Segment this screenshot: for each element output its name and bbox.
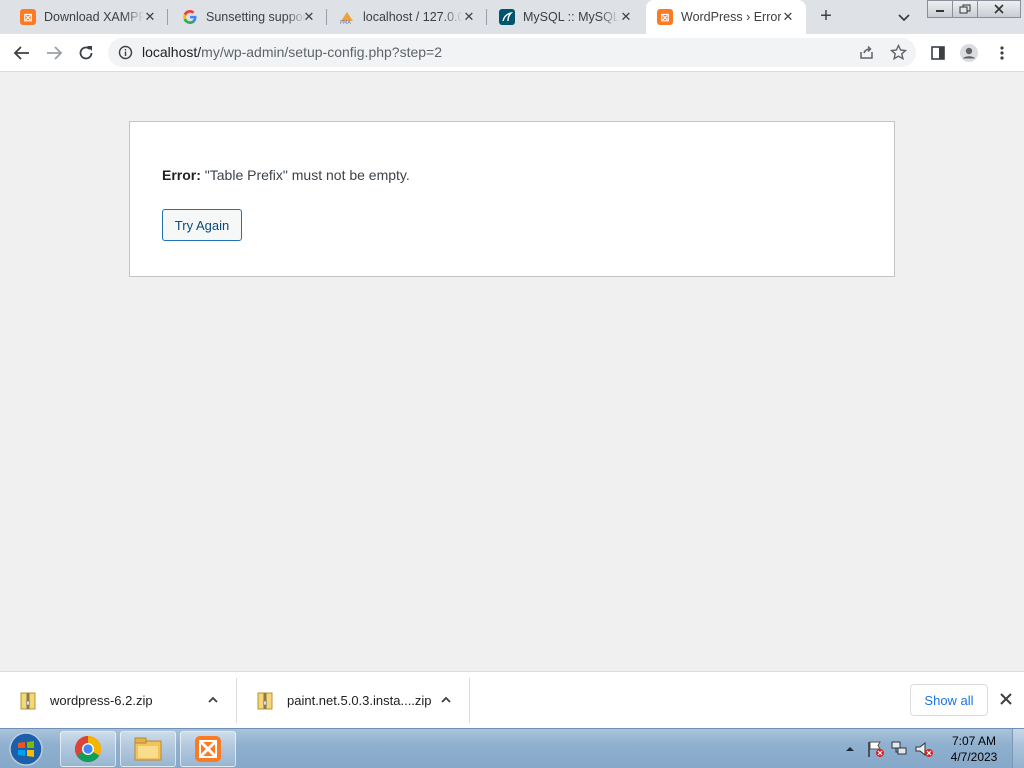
tab-wordpress-error[interactable]: ⊠ WordPress › Error ✕ <box>646 0 806 34</box>
xampp-icon: ⊠ <box>20 9 36 25</box>
chevron-up-icon[interactable] <box>439 693 453 707</box>
close-icon[interactable]: ✕ <box>618 9 634 25</box>
restore-button[interactable] <box>952 0 978 18</box>
chrome-taskbar-icon[interactable] <box>60 731 116 767</box>
clock-date: 4/7/2023 <box>950 750 998 764</box>
new-tab-button[interactable]: + <box>814 5 838 29</box>
minimize-button[interactable] <box>927 0 953 18</box>
url-text: localhost/my/wp-admin/setup-config.php?s… <box>142 44 442 60</box>
address-bar[interactable]: localhost/my/wp-admin/setup-config.php?s… <box>108 38 916 67</box>
zip-file-icon <box>257 692 273 710</box>
show-desktop-button[interactable] <box>1012 729 1024 768</box>
download-separator <box>469 678 470 723</box>
download-item[interactable]: paint.net.5.0.3.insta....zip <box>237 678 469 723</box>
tab-mysql[interactable]: MySQL :: MySQL 8 ✕ <box>487 0 644 34</box>
info-icon[interactable] <box>118 45 133 60</box>
menu-icon[interactable] <box>990 41 1014 65</box>
reload-button[interactable] <box>74 41 98 65</box>
mysql-icon <box>499 9 515 25</box>
start-button[interactable] <box>6 731 46 767</box>
close-icon[interactable] <box>996 689 1016 709</box>
close-icon[interactable]: ✕ <box>142 9 158 25</box>
taskbar-clock[interactable]: 7:07 AM 4/7/2023 <box>944 733 1004 765</box>
tab-title: Sunsetting support <box>206 10 306 24</box>
action-center-flag-icon[interactable] <box>866 740 888 758</box>
tab-title: MySQL :: MySQL 8 <box>523 10 619 24</box>
tab-phpmyadmin[interactable]: PMA localhost / 127.0.0.1 ✕ <box>327 0 487 34</box>
tab-strip: ⊠ Download XAMPP ✕ Sunsetting support ✕ … <box>0 0 1024 34</box>
error-card: Error: "Table Prefix" must not be empty.… <box>129 121 895 277</box>
try-again-button[interactable]: Try Again <box>162 209 242 241</box>
close-icon[interactable]: ✕ <box>780 9 796 25</box>
tab-title: Download XAMPP <box>44 10 144 24</box>
forward-button[interactable] <box>42 41 66 65</box>
tab-title: WordPress › Error <box>681 10 781 24</box>
url-path: my/wp-admin/setup-config.php?step=2 <box>201 44 443 60</box>
network-icon[interactable] <box>890 740 912 758</box>
download-filename: paint.net.5.0.3.insta....zip <box>287 693 432 708</box>
svg-text:PMA: PMA <box>340 20 351 25</box>
volume-muted-icon[interactable] <box>914 740 936 758</box>
phpmyadmin-icon: PMA <box>339 9 355 25</box>
google-icon <box>182 9 198 25</box>
chevron-up-icon[interactable] <box>206 693 220 707</box>
download-bar: wordpress-6.2.zip paint.net.5.0.3.insta.… <box>0 671 1024 728</box>
side-panel-icon[interactable] <box>926 41 950 65</box>
back-button[interactable] <box>10 41 34 65</box>
taskbar: 7:07 AM 4/7/2023 <box>0 728 1024 768</box>
close-window-button[interactable] <box>977 0 1021 18</box>
download-item[interactable]: wordpress-6.2.zip <box>0 678 236 723</box>
show-all-button[interactable]: Show all <box>910 684 988 716</box>
zip-file-icon <box>20 692 36 710</box>
chevron-down-icon[interactable] <box>894 7 914 27</box>
error-message: Error: "Table Prefix" must not be empty. <box>162 167 410 183</box>
show-hidden-icons-icon[interactable] <box>842 741 858 757</box>
xampp-icon: ⊠ <box>657 9 673 25</box>
close-icon[interactable]: ✕ <box>301 9 317 25</box>
url-host: localhost/ <box>142 44 202 60</box>
profile-icon[interactable] <box>957 41 981 65</box>
download-filename: wordpress-6.2.zip <box>50 693 153 708</box>
page-content: Error: "Table Prefix" must not be empty.… <box>0 72 1024 670</box>
tab-title: localhost / 127.0.0.1 <box>363 10 463 24</box>
system-tray <box>842 729 936 768</box>
share-icon[interactable] <box>858 44 875 61</box>
clock-time: 7:07 AM <box>951 734 997 748</box>
tab-download-xampp[interactable]: ⊠ Download XAMPP ✕ <box>0 0 168 34</box>
file-explorer-taskbar-icon[interactable] <box>120 731 176 767</box>
close-icon[interactable]: ✕ <box>461 9 477 25</box>
star-icon[interactable] <box>889 43 908 61</box>
browser-toolbar: localhost/my/wp-admin/setup-config.php?s… <box>0 34 1024 72</box>
error-text: "Table Prefix" must not be empty. <box>200 167 410 183</box>
xampp-taskbar-icon[interactable] <box>180 731 236 767</box>
tab-sunsetting-support[interactable]: Sunsetting support ✕ <box>168 0 327 34</box>
error-label: Error: <box>162 167 201 183</box>
